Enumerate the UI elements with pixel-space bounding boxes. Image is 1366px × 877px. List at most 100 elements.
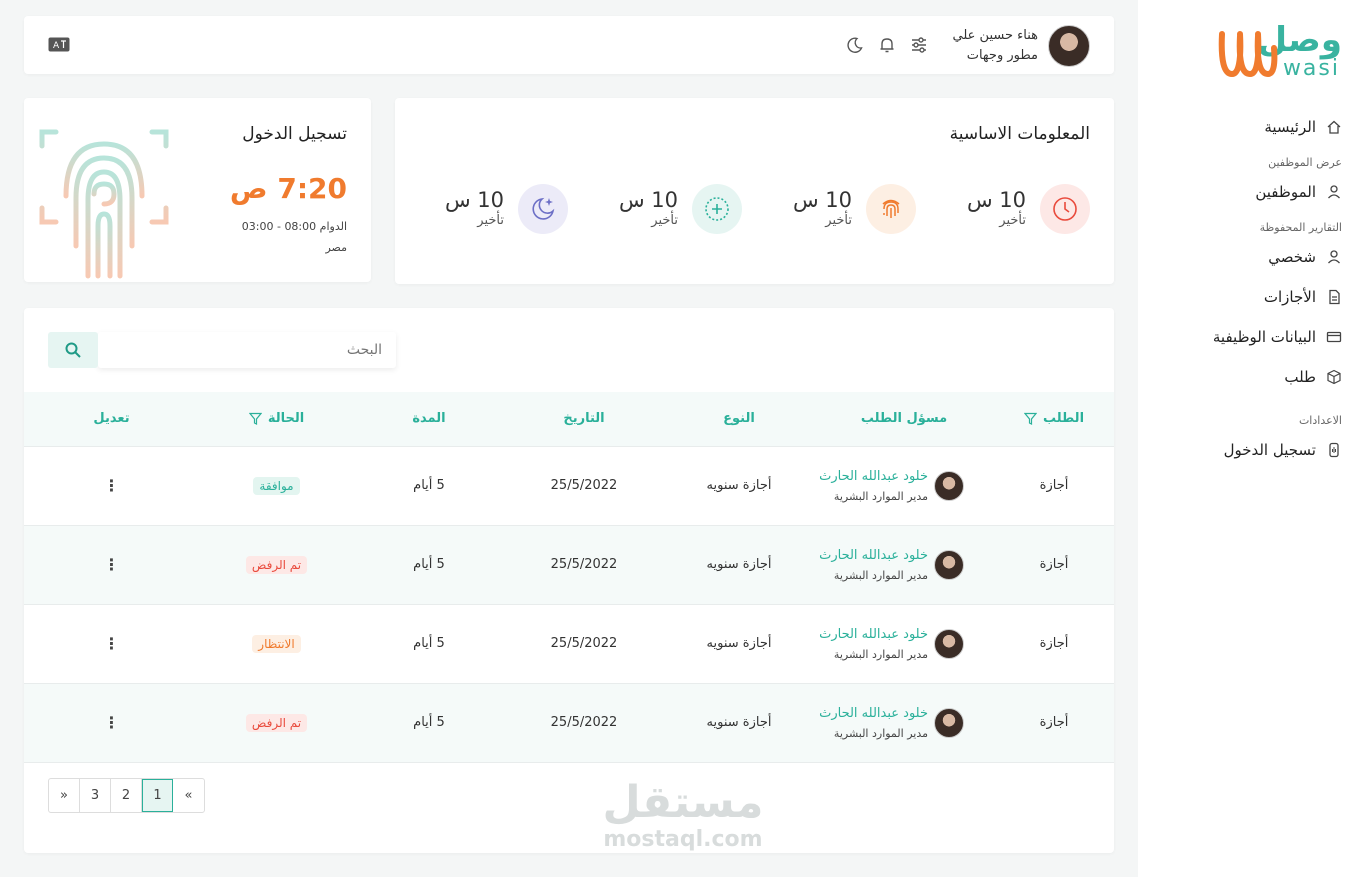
login-country: مصر bbox=[325, 241, 347, 254]
cell-date: 25/5/2022 bbox=[504, 445, 664, 525]
responsible-name[interactable]: خلود عبدالله الحارث bbox=[819, 627, 928, 642]
sidebar-item-label: الأجازات bbox=[1263, 288, 1316, 306]
sidebar-item-request[interactable]: طلب bbox=[1162, 362, 1342, 392]
cell-duration: 5 أيام bbox=[354, 682, 504, 763]
stat-item: 10 س تأخير bbox=[394, 184, 568, 234]
cell-duration: 5 أيام bbox=[354, 445, 504, 525]
sidebar-item-label: شخصي bbox=[1268, 248, 1316, 266]
stat-label: تأخير bbox=[825, 213, 852, 228]
more-options-icon[interactable]: ⋮ bbox=[104, 555, 120, 574]
more-options-icon[interactable]: ⋮ bbox=[104, 634, 120, 653]
sidebar-item-label: الرئيسية bbox=[1264, 118, 1316, 136]
cell-duration: 5 أيام bbox=[354, 603, 504, 683]
responsible-name[interactable]: خلود عبدالله الحارث bbox=[819, 548, 928, 563]
search-box bbox=[98, 332, 396, 368]
sidebar-item-leaves[interactable]: الأجازات bbox=[1162, 282, 1342, 312]
cell-edit: ⋮ bbox=[24, 445, 199, 525]
filter-icon[interactable] bbox=[1023, 412, 1037, 426]
cell-type: أجازة سنويه bbox=[664, 445, 814, 525]
header-request-label: الطلب bbox=[1042, 411, 1085, 427]
watermark-en: mostaql.com bbox=[603, 827, 763, 852]
sidebar-item-label: البيانات الوظيفية bbox=[1212, 328, 1316, 346]
cell-responsible: خلود عبدالله الحارث مدير الموارد البشرية bbox=[814, 524, 994, 604]
stat-value: 10 س bbox=[618, 188, 678, 212]
user-profile[interactable]: هناء حسين علي مطور وجهات bbox=[953, 25, 1090, 67]
stat-label: تأخير bbox=[477, 213, 504, 228]
header-duration: المدة bbox=[354, 392, 504, 446]
cell-edit: ⋮ bbox=[24, 524, 199, 604]
login-time: 7:20 ص bbox=[229, 172, 347, 205]
pagination-next[interactable]: » bbox=[49, 779, 80, 812]
avatar bbox=[1048, 25, 1090, 67]
more-options-icon[interactable]: ⋮ bbox=[104, 476, 120, 495]
header-responsible: مسؤل الطلب bbox=[814, 392, 994, 446]
sidebar-item-employees[interactable]: الموظفين bbox=[1162, 177, 1342, 207]
pagination-page-3[interactable]: 3 bbox=[80, 779, 111, 812]
bell-icon[interactable] bbox=[878, 36, 896, 54]
cell-edit: ⋮ bbox=[24, 603, 199, 683]
sidebar-item-label: طلب bbox=[1284, 368, 1316, 386]
sidebar-item-job-data[interactable]: البيانات الوظيفية bbox=[1162, 322, 1342, 352]
search-input[interactable] bbox=[98, 332, 396, 368]
user-icon bbox=[1326, 249, 1342, 265]
filter-icon[interactable] bbox=[248, 412, 262, 426]
watermark-ar: مستقل bbox=[602, 777, 764, 828]
stat-value: 10 س bbox=[792, 188, 852, 212]
search-icon bbox=[65, 342, 81, 358]
more-options-icon[interactable]: ⋮ bbox=[104, 713, 120, 732]
login-shift: الدوام 08:00 - 03:00 bbox=[241, 220, 347, 233]
cell-date: 25/5/2022 bbox=[504, 524, 664, 604]
sidebar-nav: الرئيسية عرض الموظفين الموظفين التقارير … bbox=[1162, 112, 1342, 465]
sliders-icon[interactable] bbox=[910, 36, 928, 54]
user-icon bbox=[1326, 184, 1342, 200]
cell-responsible: خلود عبدالله الحارث مدير الموارد البشرية bbox=[814, 445, 994, 525]
header-status[interactable]: الحالة bbox=[199, 392, 354, 446]
sidebar-item-personal[interactable]: شخصي bbox=[1162, 242, 1342, 272]
header-date: التاريخ bbox=[504, 392, 664, 446]
responsible-name[interactable]: خلود عبدالله الحارث bbox=[819, 706, 928, 721]
moon-stars-icon bbox=[518, 184, 568, 234]
cell-request: أجازة bbox=[994, 524, 1114, 604]
pagination-page-1[interactable]: 1 bbox=[142, 779, 173, 812]
home-icon bbox=[1326, 119, 1342, 135]
pagination-page-2[interactable]: 2 bbox=[111, 779, 142, 812]
stat-item: 10 س تأخير bbox=[742, 184, 916, 234]
header-edit: تعديل bbox=[24, 392, 199, 446]
brand-logo[interactable]: وصل wasi bbox=[1218, 20, 1342, 84]
language-icon[interactable]: A bbox=[48, 37, 70, 52]
basic-info-card: المعلومات الاساسية 10 س تأخير 10 س تأخير bbox=[395, 98, 1114, 284]
cell-responsible: خلود عبدالله الحارث مدير الموارد البشرية bbox=[814, 682, 994, 763]
responsible-role: مدير الموارد البشرية bbox=[833, 726, 928, 740]
moon-icon[interactable] bbox=[846, 36, 864, 54]
cell-request: أجازة bbox=[994, 603, 1114, 683]
brand-name-en: wasi bbox=[1282, 56, 1340, 81]
stats-row: 10 س تأخير 10 س تأخير 10 س تأخير 10 س تأ… bbox=[394, 184, 1090, 234]
document-icon bbox=[1326, 289, 1342, 305]
cell-request: أجازة bbox=[994, 682, 1114, 763]
sidebar-item-home[interactable]: الرئيسية bbox=[1162, 112, 1342, 142]
responsible-role: مدير الموارد البشرية bbox=[833, 489, 928, 503]
sidebar: وصل wasi الرئيسية عرض الموظفين الموظفين … bbox=[1138, 0, 1366, 877]
cell-type: أجازة سنويه bbox=[664, 682, 814, 763]
watermark: مستقل mostaql.com bbox=[600, 778, 766, 858]
fingerprint-icon bbox=[866, 184, 916, 234]
stat-label: تأخير bbox=[651, 213, 678, 228]
cell-duration: 5 أيام bbox=[354, 524, 504, 604]
pagination-prev[interactable]: « bbox=[173, 779, 204, 812]
search-button[interactable] bbox=[48, 332, 98, 368]
requests-table-card: الطلب مسؤل الطلب النوع التاريخ المدة الح… bbox=[24, 308, 1114, 853]
clock-icon bbox=[1040, 184, 1090, 234]
basic-info-title: المعلومات الاساسية bbox=[949, 124, 1090, 144]
header-status-label: الحالة bbox=[267, 411, 305, 427]
cell-responsible: خلود عبدالله الحارث مدير الموارد البشرية bbox=[814, 603, 994, 683]
avatar bbox=[934, 549, 964, 580]
sidebar-item-login[interactable]: تسجيل الدخول bbox=[1162, 435, 1342, 465]
header-request[interactable]: الطلب bbox=[994, 392, 1114, 446]
avatar bbox=[934, 470, 964, 501]
status-badge: تم الرفض bbox=[245, 555, 308, 574]
cell-edit: ⋮ bbox=[24, 682, 199, 763]
responsible-name[interactable]: خلود عبدالله الحارث bbox=[819, 469, 928, 484]
header-actions bbox=[846, 36, 928, 54]
responsible-role: مدير الموارد البشرية bbox=[833, 568, 928, 582]
cell-status: تم الرفض bbox=[199, 524, 354, 604]
